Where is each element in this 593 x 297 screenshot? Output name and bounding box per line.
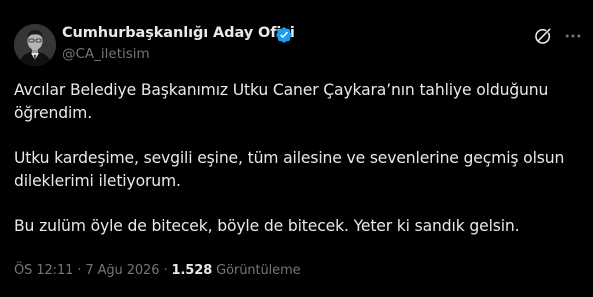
tweet-line: dileklerimi iletiyorum. (14, 172, 181, 190)
tweet-line: Utku kardeşime, sevgili eşine, tüm ailes… (14, 149, 565, 167)
tweet-date[interactable]: 7 Ağu 2026 (85, 263, 159, 278)
verified-badge-icon[interactable] (275, 26, 293, 44)
tweet-text: Avcılar Belediye Başkanımız Utku Caner Ç… (14, 79, 579, 260)
tweet-line: öğrendim. (14, 104, 93, 122)
avatar[interactable] (14, 24, 56, 66)
views-label: Görüntüleme (212, 263, 301, 278)
tweet-paragraph: Utku kardeşime, sevgili eşine, tüm ailes… (14, 147, 579, 193)
tweet-card: Cumhurbaşkanlığı Aday Ofisi @CA_iletisim… (0, 0, 593, 297)
meta-separator: · (159, 263, 172, 278)
tweet-time[interactable]: ÖS 12:11 (14, 263, 73, 278)
grok-icon[interactable] (533, 26, 553, 46)
more-options-icon[interactable] (563, 26, 583, 46)
avatar-image (14, 24, 56, 66)
views-count[interactable]: 1.528 (172, 263, 213, 278)
tweet-line: Avcılar Belediye Başkanımız Utku Caner Ç… (14, 81, 549, 99)
tweet-meta: ÖS 12:11 · 7 Ağu 2026 · 1.528 Görüntülem… (14, 263, 301, 278)
author-handle[interactable]: @CA_iletisim (62, 46, 150, 62)
author-name[interactable]: Cumhurbaşkanlığı Aday Ofisi (62, 25, 295, 41)
meta-separator: · (73, 263, 86, 278)
tweet-line: Bu zulüm öyle de bitecek, böyle de bitec… (14, 217, 520, 235)
tweet-paragraph: Bu zulüm öyle de bitecek, böyle de bitec… (14, 215, 579, 238)
tweet-paragraph: Avcılar Belediye Başkanımız Utku Caner Ç… (14, 79, 579, 125)
